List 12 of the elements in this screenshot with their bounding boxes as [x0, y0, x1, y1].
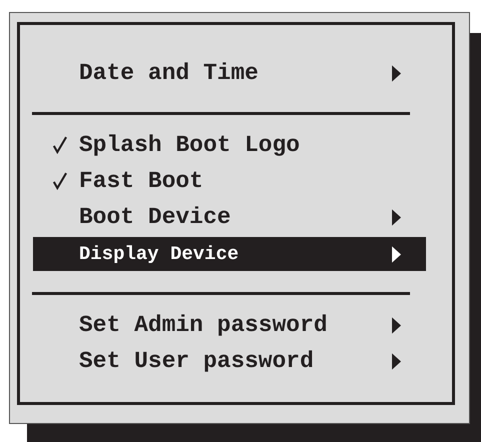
- menu-item[interactable]: Set Admin password: [33, 307, 426, 343]
- submenu-arrow-icon: [392, 208, 401, 226]
- menu-item[interactable]: Splash Boot Logo: [33, 127, 426, 163]
- menu-item[interactable]: Fast Boot: [33, 163, 426, 199]
- menu-item[interactable]: Boot Device: [33, 199, 426, 235]
- submenu-arrow-icon: [392, 352, 401, 370]
- menu-item[interactable]: Date and Time: [33, 55, 426, 91]
- submenu-arrow-icon: [392, 246, 401, 262]
- submenu-arrow-icon: [392, 316, 401, 334]
- menu-item[interactable]: Set User password: [33, 343, 426, 379]
- menu-item[interactable]: Display Device: [33, 237, 426, 271]
- submenu-arrow-icon: [392, 64, 401, 82]
